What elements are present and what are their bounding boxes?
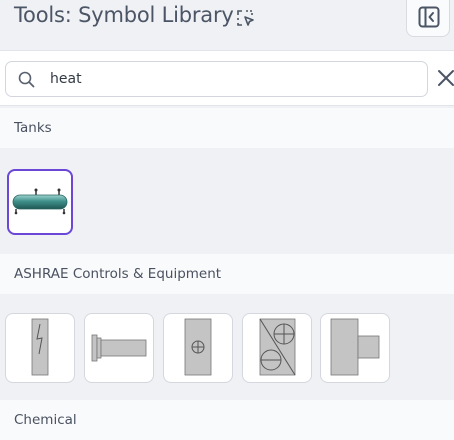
symbol-tile-duct-heater[interactable] <box>320 313 390 383</box>
search-input[interactable] <box>50 69 410 89</box>
symbol-tile-heat-exchanger[interactable] <box>163 313 233 383</box>
section-label: ASHRAE Controls & Equipment <box>14 266 222 282</box>
section-body-tanks <box>0 148 454 254</box>
symbol-tile-heat-recovery[interactable] <box>242 313 312 383</box>
collapse-panel-button[interactable] <box>406 0 450 37</box>
section-header-chemical[interactable]: Chemical <box>0 400 454 440</box>
symbol-tile-horizontal-tank[interactable] <box>7 169 73 235</box>
search-bar <box>0 50 454 106</box>
section-label: Chemical <box>14 412 77 428</box>
search-icon <box>18 71 35 93</box>
heat-recovery-icon <box>259 318 296 376</box>
horizontal-tank-icon <box>12 188 68 215</box>
heat-exchanger-icon <box>184 318 212 376</box>
heating-coil-icon <box>91 334 147 362</box>
electric-heater-icon <box>31 318 49 376</box>
select-region-icon[interactable] <box>236 8 256 28</box>
symbol-tile-heating-coil[interactable] <box>84 313 154 383</box>
duct-heater-icon <box>330 318 380 376</box>
section-body-ashrae <box>0 294 454 400</box>
symbol-tile-electric-heater[interactable] <box>5 313 75 383</box>
panel-collapse-icon <box>418 6 440 28</box>
section-header-ashrae[interactable]: ASHRAE Controls & Equipment <box>0 254 454 294</box>
panel-title: Tools: Symbol Library <box>14 3 234 27</box>
section-label: Tanks <box>14 120 52 136</box>
section-header-tanks[interactable]: Tanks <box>0 108 454 148</box>
search-box[interactable] <box>5 61 428 97</box>
panel-header: Tools: Symbol Library <box>0 0 454 50</box>
close-icon[interactable] <box>437 69 454 87</box>
